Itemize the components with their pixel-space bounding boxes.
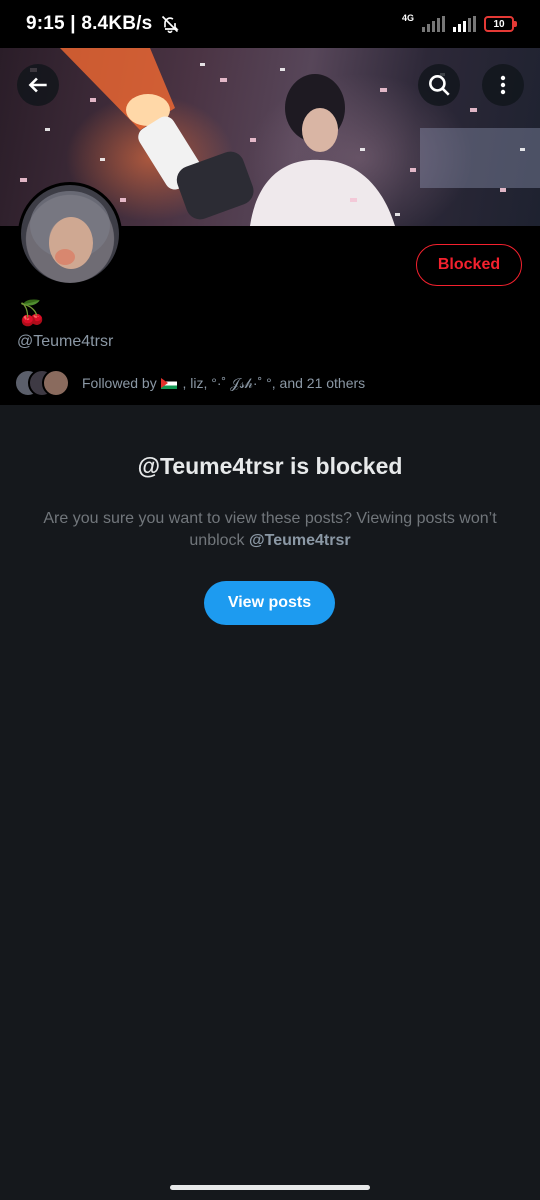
blocked-description-handle: @Teume4trsr (249, 532, 351, 549)
battery-level: 10 (493, 18, 505, 30)
more-button[interactable] (482, 64, 524, 106)
signal-icon (453, 16, 476, 32)
avatar-image (30, 191, 110, 269)
profile-header: Blocked 🍒 @Teume4trsr Followed by , liz,… (0, 182, 540, 405)
follower-avatar (42, 369, 70, 397)
blocked-notice: @Teume4trsr is blocked Are you sure you … (0, 405, 540, 1200)
avatar[interactable] (18, 182, 122, 286)
home-indicator[interactable] (170, 1185, 370, 1190)
status-bar: 9:15 | 8.4KB/s 4G 10 (0, 0, 540, 48)
search-icon (429, 75, 450, 96)
battery-icon: 10 (484, 16, 517, 32)
palestine-flag-icon (160, 377, 177, 389)
arrow-left-icon (28, 77, 47, 93)
network-speed: 8.4KB/s (81, 13, 153, 34)
network-type: 4G (401, 13, 414, 23)
signal-icon (422, 16, 445, 32)
screen: 9:15 | 8.4KB/s 4G 10 Blocked 🍒 @Teume4tr… (0, 0, 540, 1200)
status-indicators: 4G 10 (401, 13, 517, 32)
view-posts-button[interactable]: View posts (204, 581, 335, 625)
back-button[interactable] (17, 64, 59, 106)
display-name: 🍒 (17, 300, 47, 327)
bell-off-icon (160, 14, 180, 34)
more-vertical-icon (500, 75, 506, 95)
followed-by-text: Followed by , liz, °·˚ 𝒥𝓈𝒽·˚ °, and 21 o… (82, 375, 365, 392)
followed-by[interactable]: Followed by , liz, °·˚ 𝒥𝓈𝒽·˚ °, and 21 o… (14, 368, 365, 398)
followed-by-prefix: Followed by (82, 374, 157, 391)
blocked-button[interactable]: Blocked (416, 244, 522, 286)
clock: 9:15 (26, 13, 65, 34)
followed-by-names: , liz, °·˚ 𝒥𝓈𝒽·˚ °, and 21 others (178, 374, 366, 391)
blocked-description: Are you sure you want to view these post… (40, 508, 500, 552)
blocked-title: @Teume4trsr is blocked (137, 453, 403, 479)
search-button[interactable] (418, 64, 460, 106)
profile-handle: @Teume4trsr (17, 333, 114, 350)
status-time: 9:15 | 8.4KB/s (26, 13, 153, 34)
